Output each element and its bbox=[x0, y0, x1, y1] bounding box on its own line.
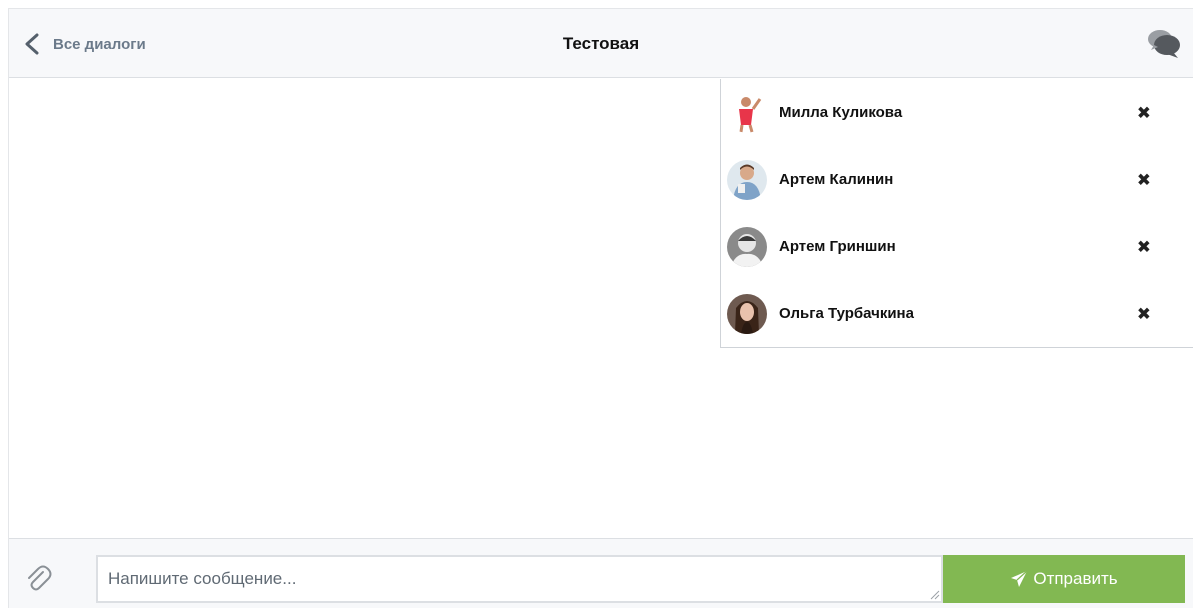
paper-plane-icon bbox=[1011, 570, 1028, 587]
close-icon[interactable]: ✖ bbox=[1137, 305, 1151, 322]
participant-name: Артем Гриншин bbox=[779, 238, 896, 255]
send-button[interactable]: Отправить bbox=[943, 555, 1185, 603]
close-icon[interactable]: ✖ bbox=[1137, 171, 1151, 188]
participant-name: Ольга Турбачкина bbox=[779, 305, 914, 322]
participant-row: Артем Гриншин ✖ bbox=[721, 213, 1193, 280]
chat-bubbles-icon[interactable] bbox=[1147, 26, 1181, 60]
participant-row: Ольга Турбачкина ✖ bbox=[721, 280, 1193, 347]
close-icon[interactable]: ✖ bbox=[1137, 238, 1151, 255]
participant-name: Милла Куликова bbox=[779, 104, 903, 121]
participant-row: Милла Куликова ✖ bbox=[721, 79, 1193, 146]
close-icon[interactable]: ✖ bbox=[1137, 104, 1151, 121]
send-label: Отправить bbox=[1033, 569, 1118, 588]
participant-name: Артем Калинин bbox=[779, 171, 894, 188]
participants-panel: Милла Куликова ✖ Артем Калинин ✖ Артем Г… bbox=[720, 79, 1193, 348]
message-input[interactable] bbox=[96, 555, 943, 603]
chat-window: Все диалоги Тестовая Милла Куликова ✖ Ар… bbox=[8, 8, 1193, 608]
dialog-title: Тестовая bbox=[562, 34, 640, 53]
message-composer: Отправить bbox=[9, 538, 1193, 608]
chat-header: Все диалоги Тестовая bbox=[9, 9, 1193, 78]
avatar bbox=[727, 159, 767, 200]
avatar bbox=[727, 226, 767, 267]
participant-row: Артем Калинин ✖ bbox=[721, 146, 1193, 213]
avatar bbox=[727, 92, 767, 133]
avatar bbox=[727, 293, 767, 334]
paperclip-icon[interactable] bbox=[23, 563, 53, 593]
